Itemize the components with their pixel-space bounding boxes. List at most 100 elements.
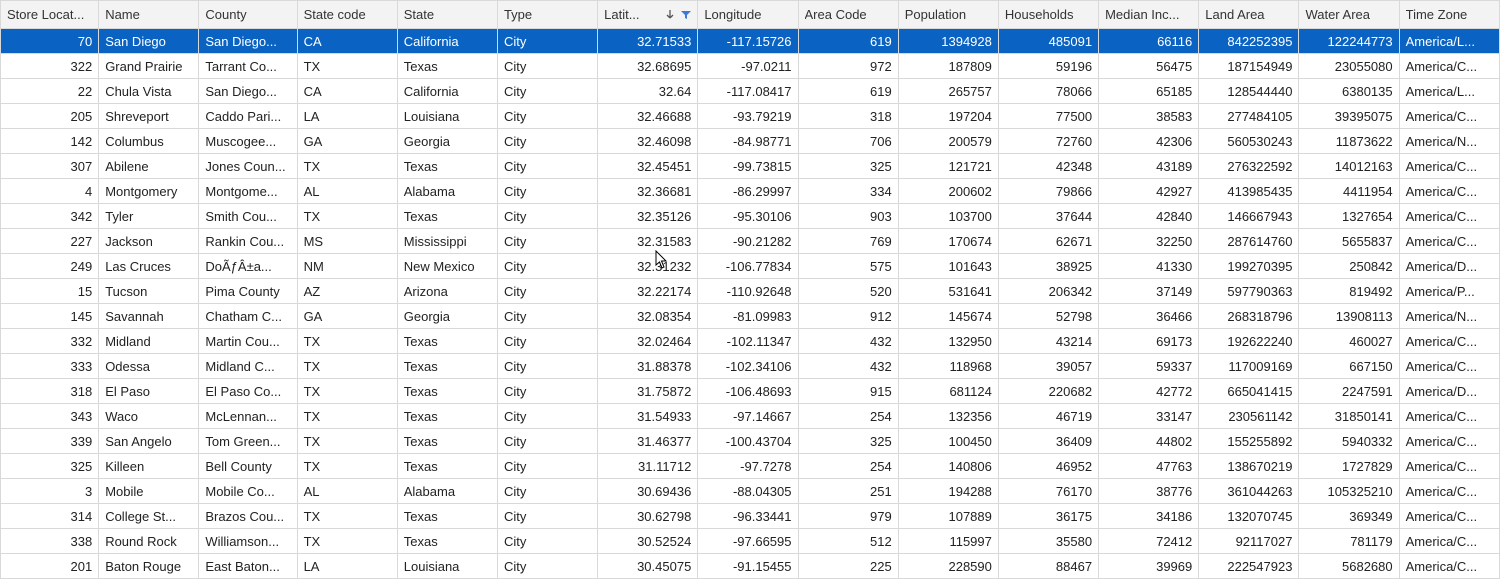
cell-loc[interactable]: 332 [1, 329, 99, 354]
cell-land[interactable]: 92117027 [1199, 529, 1299, 554]
cell-hh[interactable]: 52798 [998, 304, 1098, 329]
cell-lat[interactable]: 30.62798 [598, 504, 698, 529]
cell-name[interactable]: Shreveport [99, 104, 199, 129]
cell-type[interactable]: City [497, 529, 597, 554]
cell-hh[interactable]: 36175 [998, 504, 1098, 529]
cell-pop[interactable]: 531641 [898, 279, 998, 304]
cell-water[interactable]: 667150 [1299, 354, 1399, 379]
cell-water[interactable]: 122244773 [1299, 29, 1399, 54]
cell-land[interactable]: 361044263 [1199, 479, 1299, 504]
cell-water[interactable]: 39395075 [1299, 104, 1399, 129]
cell-area[interactable]: 706 [798, 129, 898, 154]
cell-tz[interactable]: America/L... [1399, 79, 1499, 104]
cell-type[interactable]: City [497, 229, 597, 254]
cell-state[interactable]: Texas [397, 379, 497, 404]
column-header-stcode[interactable]: State code [297, 1, 397, 29]
cell-water[interactable]: 5655837 [1299, 229, 1399, 254]
cell-type[interactable]: City [497, 429, 597, 454]
cell-loc[interactable]: 4 [1, 179, 99, 204]
cell-tz[interactable]: America/C... [1399, 354, 1499, 379]
table-row[interactable]: 249Las CrucesDoÃƒÂ±a...NMNew MexicoCity3… [1, 254, 1500, 279]
cell-hh[interactable]: 35580 [998, 529, 1098, 554]
cell-loc[interactable]: 325 [1, 454, 99, 479]
cell-water[interactable]: 4411954 [1299, 179, 1399, 204]
cell-county[interactable]: Muscogee... [199, 129, 297, 154]
cell-stcode[interactable]: TX [297, 529, 397, 554]
cell-state[interactable]: Texas [397, 504, 497, 529]
cell-stcode[interactable]: MS [297, 229, 397, 254]
cell-type[interactable]: City [497, 304, 597, 329]
cell-name[interactable]: Killeen [99, 454, 199, 479]
cell-lon[interactable]: -106.48693 [698, 379, 798, 404]
table-row[interactable]: 339San AngeloTom Green...TXTexasCity31.4… [1, 429, 1500, 454]
cell-lat[interactable]: 31.11712 [598, 454, 698, 479]
cell-loc[interactable]: 15 [1, 279, 99, 304]
cell-water[interactable]: 13908113 [1299, 304, 1399, 329]
cell-type[interactable]: City [497, 504, 597, 529]
cell-lat[interactable]: 32.45451 [598, 154, 698, 179]
cell-lat[interactable]: 31.75872 [598, 379, 698, 404]
cell-hh[interactable]: 485091 [998, 29, 1098, 54]
cell-loc[interactable]: 342 [1, 204, 99, 229]
cell-tz[interactable]: America/C... [1399, 154, 1499, 179]
cell-inc[interactable]: 37149 [1099, 279, 1199, 304]
cell-water[interactable]: 2247591 [1299, 379, 1399, 404]
cell-loc[interactable]: 22 [1, 79, 99, 104]
table-row[interactable]: 333OdessaMidland C...TXTexasCity31.88378… [1, 354, 1500, 379]
cell-lat[interactable]: 32.71533 [598, 29, 698, 54]
cell-land[interactable]: 199270395 [1199, 254, 1299, 279]
cell-inc[interactable]: 32250 [1099, 229, 1199, 254]
cell-lon[interactable]: -97.66595 [698, 529, 798, 554]
cell-area[interactable]: 251 [798, 479, 898, 504]
cell-area[interactable]: 254 [798, 404, 898, 429]
cell-pop[interactable]: 121721 [898, 154, 998, 179]
cell-lat[interactable]: 31.88378 [598, 354, 698, 379]
column-header-hh[interactable]: Households [998, 1, 1098, 29]
cell-loc[interactable]: 249 [1, 254, 99, 279]
cell-name[interactable]: Savannah [99, 304, 199, 329]
cell-pop[interactable]: 197204 [898, 104, 998, 129]
cell-lat[interactable]: 30.52524 [598, 529, 698, 554]
cell-land[interactable]: 560530243 [1199, 129, 1299, 154]
cell-hh[interactable]: 36409 [998, 429, 1098, 454]
cell-county[interactable]: Pima County [199, 279, 297, 304]
cell-loc[interactable]: 3 [1, 479, 99, 504]
cell-county[interactable]: McLennan... [199, 404, 297, 429]
cell-stcode[interactable]: TX [297, 54, 397, 79]
cell-inc[interactable]: 34186 [1099, 504, 1199, 529]
cell-land[interactable]: 192622240 [1199, 329, 1299, 354]
table-row[interactable]: 343WacoMcLennan...TXTexasCity31.54933-97… [1, 404, 1500, 429]
table-row[interactable]: 338Round RockWilliamson...TXTexasCity30.… [1, 529, 1500, 554]
cell-county[interactable]: El Paso Co... [199, 379, 297, 404]
cell-water[interactable]: 14012163 [1299, 154, 1399, 179]
table-row[interactable]: 332MidlandMartin Cou...TXTexasCity32.024… [1, 329, 1500, 354]
cell-type[interactable]: City [497, 329, 597, 354]
cell-tz[interactable]: America/P... [1399, 279, 1499, 304]
cell-loc[interactable]: 343 [1, 404, 99, 429]
cell-pop[interactable]: 681124 [898, 379, 998, 404]
column-header-loc[interactable]: Store Locat... [1, 1, 99, 29]
cell-county[interactable]: Tarrant Co... [199, 54, 297, 79]
cell-tz[interactable]: America/C... [1399, 329, 1499, 354]
cell-land[interactable]: 187154949 [1199, 54, 1299, 79]
cell-land[interactable]: 287614760 [1199, 229, 1299, 254]
column-header-lat[interactable]: Latit... [598, 1, 698, 29]
cell-name[interactable]: Odessa [99, 354, 199, 379]
cell-land[interactable]: 842252395 [1199, 29, 1299, 54]
table-row[interactable]: 145SavannahChatham C...GAGeorgiaCity32.0… [1, 304, 1500, 329]
cell-tz[interactable]: America/C... [1399, 229, 1499, 254]
cell-hh[interactable]: 42348 [998, 154, 1098, 179]
cell-inc[interactable]: 59337 [1099, 354, 1199, 379]
cell-stcode[interactable]: TX [297, 154, 397, 179]
cell-area[interactable]: 325 [798, 154, 898, 179]
cell-area[interactable]: 979 [798, 504, 898, 529]
cell-hh[interactable]: 38925 [998, 254, 1098, 279]
cell-stcode[interactable]: TX [297, 454, 397, 479]
cell-inc[interactable]: 39969 [1099, 554, 1199, 579]
table-row[interactable]: 22Chula VistaSan Diego...CACaliforniaCit… [1, 79, 1500, 104]
cell-stcode[interactable]: CA [297, 29, 397, 54]
cell-state[interactable]: California [397, 79, 497, 104]
cell-tz[interactable]: America/N... [1399, 304, 1499, 329]
cell-hh[interactable]: 62671 [998, 229, 1098, 254]
table-row[interactable]: 4MontgomeryMontgome...ALAlabamaCity32.36… [1, 179, 1500, 204]
